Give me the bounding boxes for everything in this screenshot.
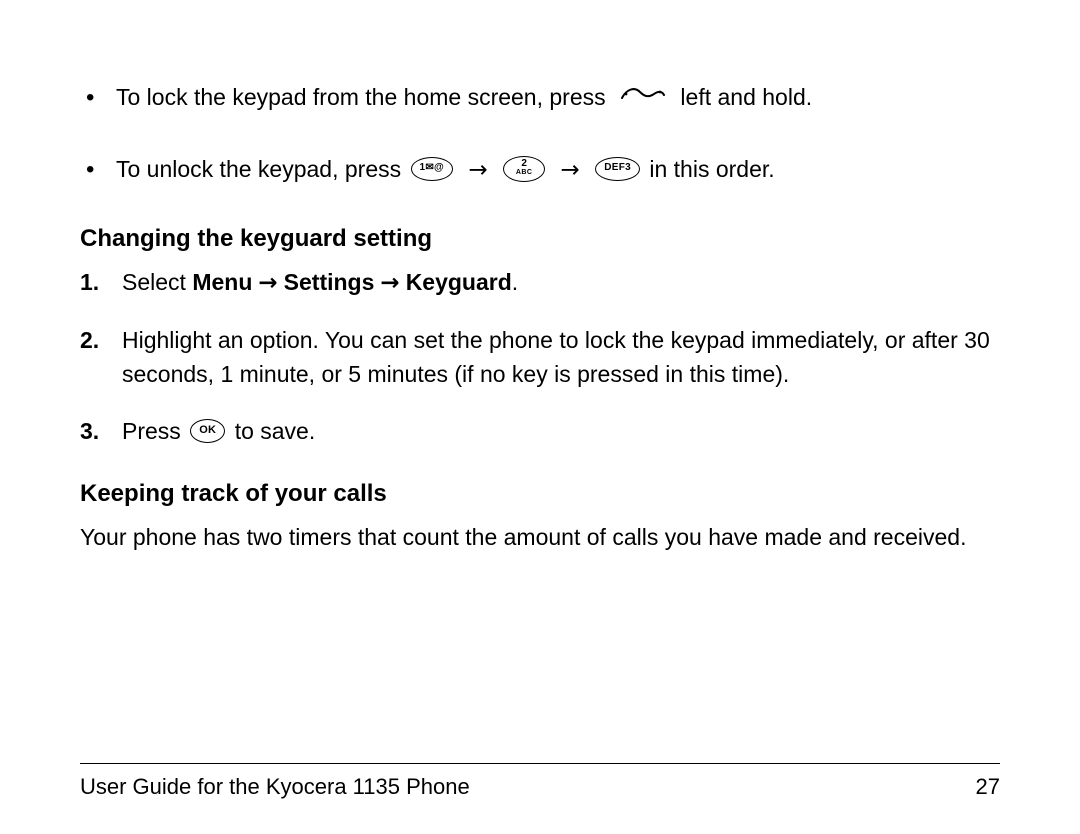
step-number: 3. — [80, 414, 99, 449]
footer-row: User Guide for the Kyocera 1135 Phone 27 — [80, 774, 1000, 800]
document-page: To lock the keypad from the home screen,… — [0, 0, 1080, 834]
bullet-item-lock: To lock the keypad from the home screen,… — [80, 80, 1000, 118]
section-heading-keyguard: Changing the keyguard setting — [80, 221, 1000, 257]
page-number: 27 — [976, 774, 1000, 800]
step-text: Press — [122, 418, 187, 444]
step-text: Highlight an option. You can set the pho… — [122, 327, 990, 388]
menu-path-part: Settings — [284, 269, 375, 295]
bullet-text: left and hold. — [680, 84, 812, 110]
key-2-icon: 2 ABC — [503, 156, 545, 182]
step-text: to save. — [235, 418, 316, 444]
nav-key-icon — [618, 78, 668, 116]
step-text: . — [512, 269, 518, 295]
step-text: Select — [122, 269, 192, 295]
arrow-icon: → — [252, 270, 283, 296]
step-item: 3. Press OK to save. — [80, 414, 1000, 449]
paragraph-text: Your phone has two timers that count the… — [80, 520, 1000, 555]
footer-title: User Guide for the Kyocera 1135 Phone — [80, 774, 470, 800]
bullet-text: in this order. — [649, 156, 774, 182]
key-1-icon: 1✉@ — [411, 157, 454, 181]
key-2-top: 2 — [504, 157, 544, 169]
steps-list: 1. Select Menu→Settings→Keyguard. 2. Hig… — [80, 265, 1000, 448]
key-2-bot: ABC — [504, 169, 544, 177]
step-number: 2. — [80, 323, 99, 358]
arrow-icon: → — [555, 157, 586, 183]
body-content: To lock the keypad from the home screen,… — [80, 80, 1000, 555]
bullet-item-unlock: To unlock the keypad, press 1✉@ → 2 ABC … — [80, 152, 1000, 188]
footer-rule — [80, 763, 1000, 764]
menu-path-part: Menu — [192, 269, 252, 295]
step-item: 2. Highlight an option. You can set the … — [80, 323, 1000, 392]
section-heading-calls: Keeping track of your calls — [80, 476, 1000, 512]
key-3-icon: DEF3 — [595, 157, 640, 181]
step-item: 1. Select Menu→Settings→Keyguard. — [80, 265, 1000, 301]
arrow-icon: → — [462, 157, 493, 183]
key-ok-icon: OK — [190, 419, 225, 443]
page-footer: User Guide for the Kyocera 1135 Phone 27 — [80, 763, 1000, 800]
bullet-list: To lock the keypad from the home screen,… — [80, 80, 1000, 187]
arrow-icon: → — [374, 270, 405, 296]
bullet-text: To unlock the keypad, press — [116, 156, 408, 182]
menu-path-part: Keyguard — [406, 269, 512, 295]
step-number: 1. — [80, 265, 99, 300]
bullet-text: To lock the keypad from the home screen,… — [116, 84, 612, 110]
